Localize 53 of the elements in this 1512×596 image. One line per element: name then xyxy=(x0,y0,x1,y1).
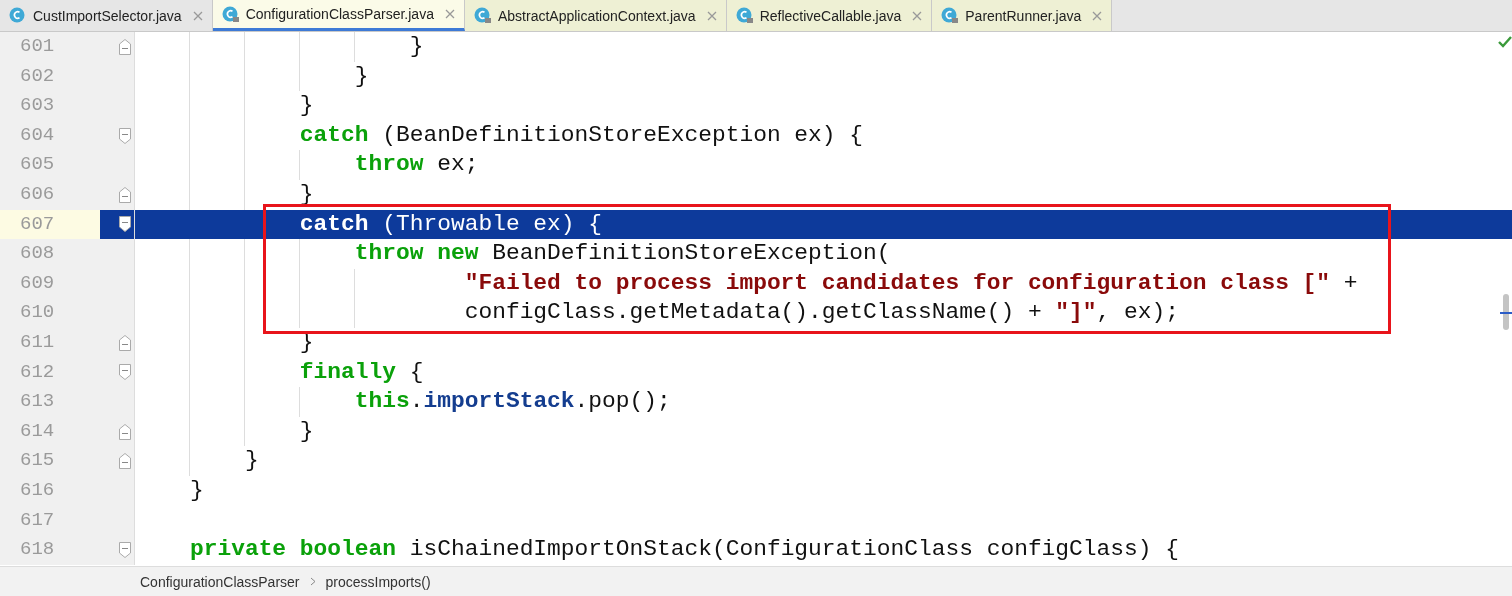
line-number: 603 xyxy=(19,93,56,119)
chevron-icon xyxy=(309,577,316,586)
line-number: 608 xyxy=(19,241,56,267)
close-icon[interactable] xyxy=(1092,10,1103,21)
breadcrumb-item[interactable]: processImports() xyxy=(325,573,431,590)
code-line: this.importStack.pop(); xyxy=(353,387,671,417)
code-line: } xyxy=(408,32,424,61)
editor-tab[interactable]: ParentRunner.java xyxy=(932,0,1113,31)
class-icon xyxy=(473,7,491,24)
line-number: 617 xyxy=(19,507,56,533)
code-line: finally { xyxy=(298,357,424,387)
code-line: } xyxy=(353,61,369,91)
line-number: 602 xyxy=(19,63,56,89)
line-number: 607 xyxy=(0,209,100,240)
close-icon[interactable] xyxy=(444,9,455,19)
close-icon[interactable] xyxy=(912,10,923,21)
class-icon xyxy=(9,7,26,24)
line-number: 605 xyxy=(19,152,56,178)
line-number: 610 xyxy=(19,300,56,326)
code-line: private boolean isChainedImportOnStack(ConfigurationClass configClass) { xyxy=(188,535,1179,565)
line-number: 618 xyxy=(19,537,56,563)
code-line: throw new BeanDefinitionStoreException( xyxy=(353,239,891,269)
breadcrumb-item[interactable]: ConfigurationClassParser xyxy=(140,573,300,590)
code-line: throw ex; xyxy=(353,150,479,180)
scroll-marker xyxy=(1500,312,1512,314)
scrollbar-thumb[interactable] xyxy=(1503,294,1509,330)
code-line: } xyxy=(188,475,204,505)
code-line: catch (BeanDefinitionStoreException ex) { xyxy=(298,120,864,150)
editor-tab[interactable]: ReflectiveCallable.java xyxy=(726,0,933,31)
class-icon xyxy=(735,7,753,24)
line-number: 614 xyxy=(19,418,56,444)
line-number: 604 xyxy=(19,122,56,148)
code-line: } xyxy=(298,416,314,446)
line-number: 613 xyxy=(19,389,56,415)
code-line: } xyxy=(298,91,314,121)
line-number: 616 xyxy=(19,477,56,503)
close-icon[interactable] xyxy=(192,10,203,21)
line-number: 611 xyxy=(19,329,56,355)
check-icon xyxy=(1498,36,1512,48)
line-number: 612 xyxy=(19,359,56,385)
code-line: } xyxy=(243,446,259,476)
code-line: "Failed to process import candidates for configuration class [" + xyxy=(463,268,1358,298)
code-line: configClass.getMetadata().getClassName() + "]", ex); xyxy=(463,298,1179,328)
editor-tab[interactable]: AbstractApplicationContext.java xyxy=(464,0,727,31)
line-number: 615 xyxy=(19,448,56,474)
class-icon xyxy=(941,7,959,24)
class-icon xyxy=(221,5,239,23)
fold-icon[interactable] xyxy=(119,216,131,233)
line-number: 601 xyxy=(19,34,56,59)
close-icon[interactable] xyxy=(706,10,717,21)
line-number: 606 xyxy=(19,181,56,207)
line-number: 609 xyxy=(19,270,56,296)
editor-tab[interactable]: ConfigurationClassParser.java xyxy=(212,0,465,31)
